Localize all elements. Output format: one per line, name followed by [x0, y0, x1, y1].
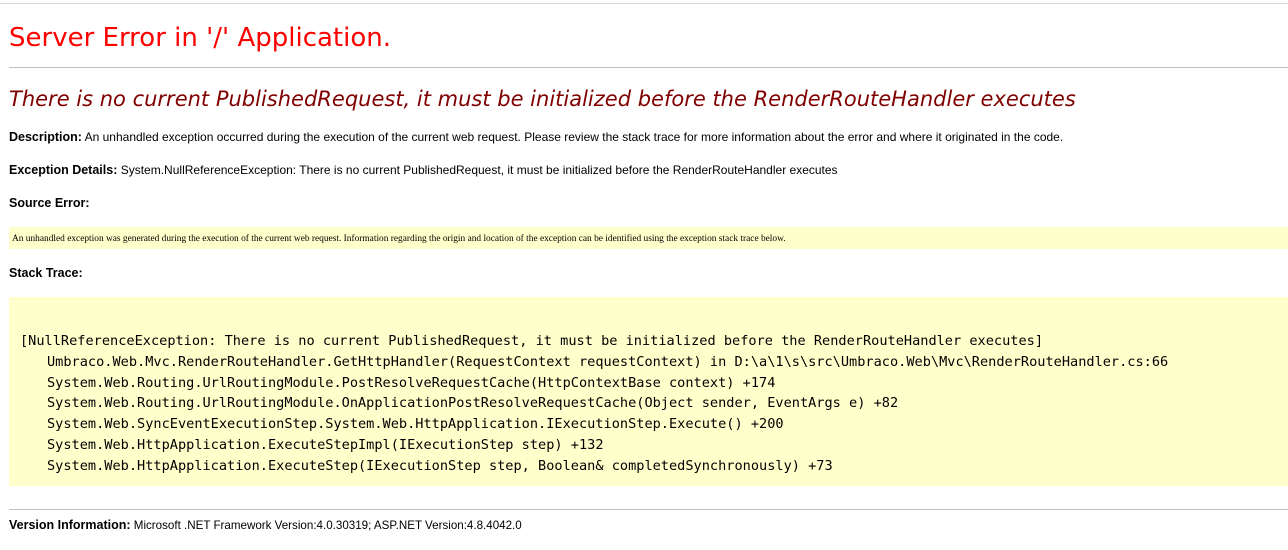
exception-details-label: Exception Details:	[9, 163, 118, 177]
stack-trace-line: System.Web.HttpApplication.ExecuteStepIm…	[47, 436, 604, 453]
description-line: Description: An unhandled exception occu…	[9, 130, 1063, 145]
stack-trace-line: System.Web.Routing.UrlRoutingModule.Post…	[47, 374, 776, 391]
stack-trace-line: System.Web.Routing.UrlRoutingModule.OnAp…	[47, 395, 899, 412]
description-label: Description:	[9, 130, 82, 144]
description-text: An unhandled exception occurred during t…	[84, 130, 1064, 144]
top-divider	[0, 3, 1288, 4]
stack-trace-label: Stack Trace:	[9, 266, 83, 280]
version-information-line: Version Information: Microsoft .NET Fram…	[9, 518, 522, 533]
stack-trace-line: System.Web.HttpApplication.ExecuteStep(I…	[47, 457, 833, 474]
source-error-label: Source Error:	[9, 196, 90, 210]
source-error-box: An unhandled exception was generated dur…	[9, 227, 1288, 249]
page-title: Server Error in '/' Application.	[9, 23, 391, 53]
stack-trace-line: System.Web.SyncEventExecutionStep.System…	[47, 416, 784, 433]
error-message-heading: There is no current PublishedRequest, it…	[9, 87, 1076, 111]
title-divider	[9, 67, 1288, 68]
stack-trace-box: [NullReferenceException: There is no cur…	[9, 297, 1288, 486]
exception-details-line: Exception Details: System.NullReferenceE…	[9, 163, 838, 178]
version-information-text: Microsoft .NET Framework Version:4.0.303…	[133, 519, 522, 532]
stack-trace-line: [NullReferenceException: There is no cur…	[20, 333, 1044, 349]
stack-trace-line: Umbraco.Web.Mvc.RenderRouteHandler.GetHt…	[47, 353, 1169, 370]
source-error-text: An unhandled exception was generated dur…	[12, 234, 786, 244]
footer-divider	[9, 509, 1288, 510]
version-information-label: Version Information:	[9, 518, 131, 532]
exception-details-text: System.NullReferenceException: There is …	[120, 163, 838, 177]
stack-trace-lines: [NullReferenceException: There is no cur…	[20, 331, 1168, 477]
